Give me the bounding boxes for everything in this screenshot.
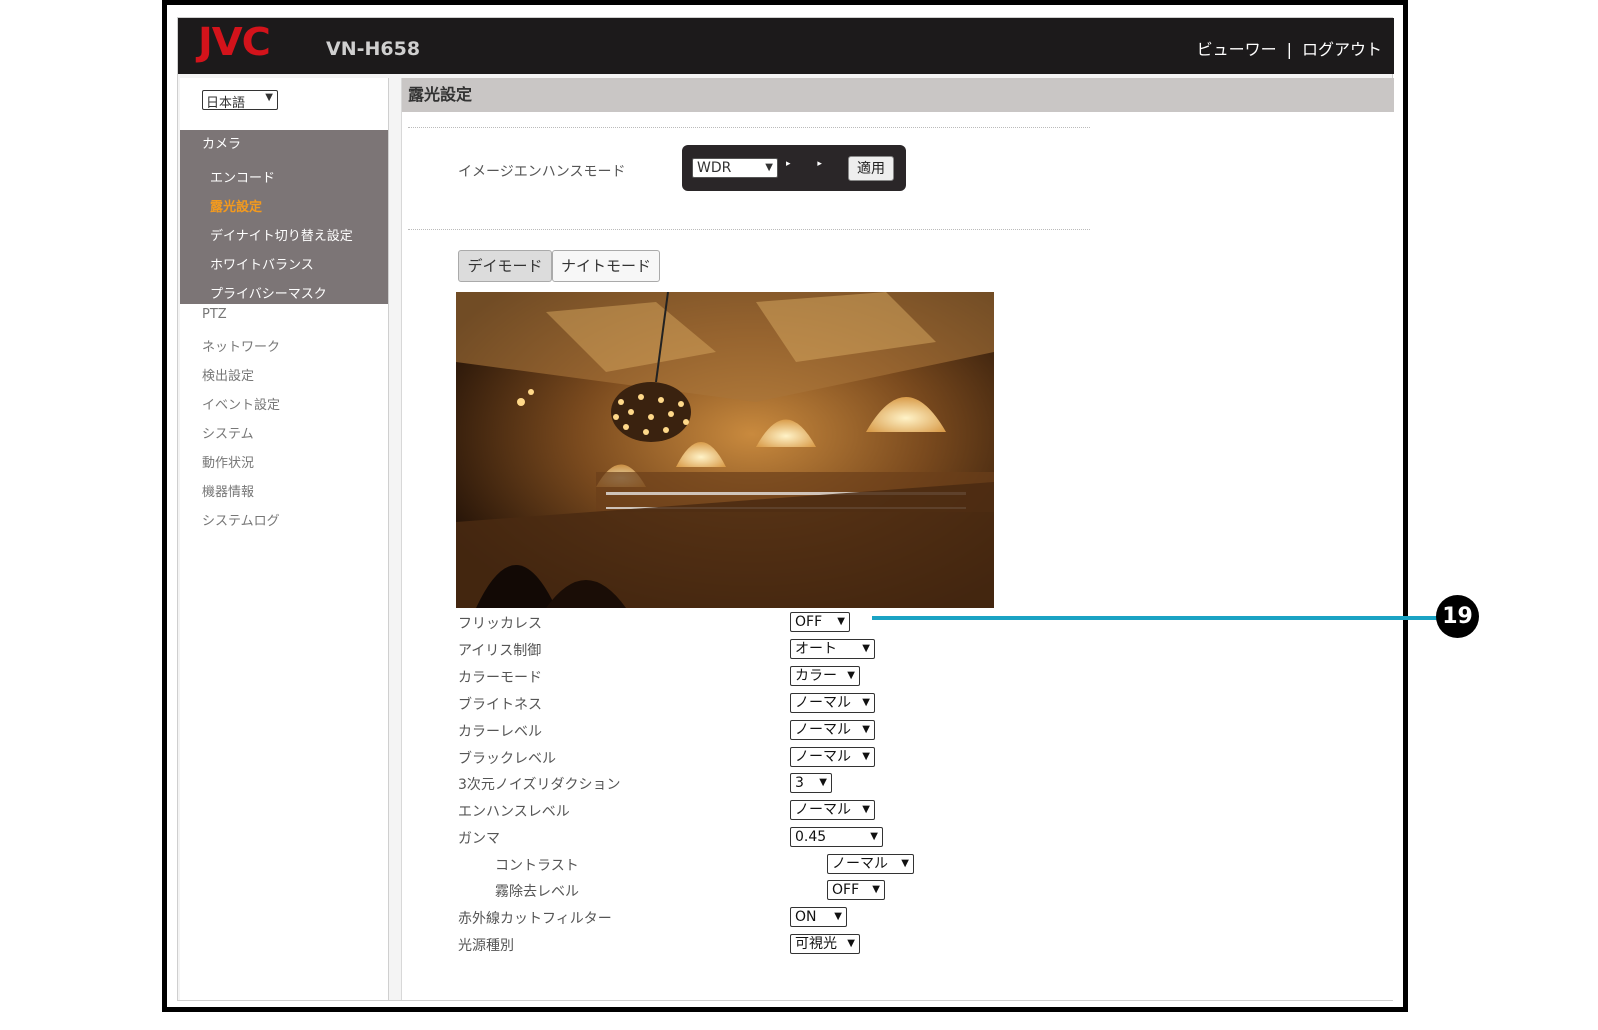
color-mode-select[interactable]: カラー ▼ xyxy=(790,666,860,686)
logout-link[interactable]: ログアウト xyxy=(1302,40,1382,59)
iris-control-label: アイリス制御 xyxy=(458,643,542,659)
apply-button[interactable]: 適用 xyxy=(848,156,894,181)
chevron-down-icon: ▼ xyxy=(765,162,773,173)
brightness-value: ノーマル xyxy=(795,695,851,711)
gamma-label: ガンマ xyxy=(458,831,500,847)
tab-night-mode[interactable]: ナイトモード xyxy=(552,250,660,282)
chevron-down-icon: ▼ xyxy=(834,911,842,922)
chevron-down-icon: ▼ xyxy=(862,724,870,735)
color-level-select[interactable]: ノーマル ▼ xyxy=(790,720,875,740)
black-level-value: ノーマル xyxy=(795,749,851,765)
3d-noise-reduction-label: 3次元ノイズリダクション xyxy=(458,777,621,793)
light-source-value: 可視光 xyxy=(795,936,837,952)
header-links: ビューワー | ログアウト xyxy=(1197,36,1382,60)
color-mode-value: カラー xyxy=(795,668,837,684)
sidebar-item-system-log[interactable]: システムログ xyxy=(202,510,280,529)
image-enhance-value: WDR xyxy=(697,160,732,176)
ir-cut-filter-value: ON xyxy=(795,909,817,925)
enhance-level-label: エンハンスレベル xyxy=(458,804,570,820)
document-frame: JVC VN-H658 ビューワー | ログアウト 日本語 ▼ カメラ エンコード … xyxy=(162,0,1408,1012)
black-level-select[interactable]: ノーマル ▼ xyxy=(790,747,875,767)
sidebar-item-detection[interactable]: 検出設定 xyxy=(202,365,254,384)
gamma-select[interactable]: 0.45 ▼ xyxy=(790,827,883,847)
defog-level-label: 霧除去レベル xyxy=(495,884,579,900)
chevron-down-icon: ▼ xyxy=(901,858,909,869)
chevron-down-icon: ▼ xyxy=(837,616,845,627)
ir-cut-filter-select[interactable]: ON ▼ xyxy=(790,907,847,927)
image-enhance-control: WDR ▼ ▸ ▸ ▸ 適用 xyxy=(682,145,906,191)
model-name: VN-H658 xyxy=(326,38,421,60)
sidebar-item-day-night[interactable]: デイナイト切り替え設定 xyxy=(210,225,353,244)
sidebar-item-status[interactable]: 動作状況 xyxy=(202,452,254,471)
flickerless-select[interactable]: OFF ▼ xyxy=(790,612,850,632)
enhance-level-value: ノーマル xyxy=(795,802,851,818)
language-select[interactable]: 日本語 ▼ xyxy=(202,90,278,111)
divider xyxy=(408,127,1090,128)
sidebar-item-event[interactable]: イベント設定 xyxy=(202,394,280,413)
brightness-label: ブライトネス xyxy=(458,697,542,713)
color-level-label: カラーレベル xyxy=(458,724,542,740)
sidebar-item-privacy-mask[interactable]: プライバシーマスク xyxy=(210,283,327,302)
jvc-logo: JVC xyxy=(198,20,271,64)
flickerless-label: フリッカレス xyxy=(458,616,542,632)
flickerless-value: OFF xyxy=(795,614,823,630)
enhance-level-select[interactable]: ノーマル ▼ xyxy=(790,800,875,820)
tab-day-mode[interactable]: デイモード xyxy=(458,250,552,282)
sidebar-item-exposure[interactable]: 露光設定 xyxy=(210,196,262,215)
sidebar-item-white-balance[interactable]: ホワイトバランス xyxy=(210,254,314,273)
brightness-select[interactable]: ノーマル ▼ xyxy=(790,693,875,713)
chevron-down-icon: ▼ xyxy=(862,643,870,654)
contrast-value: ノーマル xyxy=(832,856,888,872)
contrast-select[interactable]: ノーマル ▼ xyxy=(827,854,914,874)
ir-cut-filter-label: 赤外線カットフィルター xyxy=(458,911,612,927)
sidebar-item-device-info[interactable]: 機器情報 xyxy=(202,481,254,500)
color-mode-label: カラーモード xyxy=(458,670,542,686)
callout-number-badge: 19 xyxy=(1436,595,1479,638)
chevron-down-icon: ▼ xyxy=(819,777,827,788)
sidebar-item-system[interactable]: システム xyxy=(202,423,254,442)
iris-control-select[interactable]: オート ▼ xyxy=(790,639,875,659)
chevron-down-icon: ▼ xyxy=(870,831,878,842)
light-source-select[interactable]: 可視光 ▼ xyxy=(790,934,860,954)
sidebar-item-network[interactable]: ネットワーク xyxy=(202,336,280,355)
viewer-link[interactable]: ビューワー xyxy=(1197,40,1277,59)
chevron-down-icon: ▼ xyxy=(862,751,870,762)
chevron-down-icon: ▼ xyxy=(872,884,880,895)
page-title: 露光設定 xyxy=(402,78,1394,112)
language-value: 日本語 xyxy=(206,96,246,111)
chevron-down-icon: ▼ xyxy=(847,938,855,949)
light-source-label: 光源種別 xyxy=(458,938,514,954)
3d-noise-reduction-value: 3 xyxy=(795,775,804,791)
sidebar-item-camera[interactable]: カメラ xyxy=(202,133,241,152)
chevron-down-icon: ▼ xyxy=(265,92,273,103)
camera-menu-group: カメラ エンコード 露光設定 デイナイト切り替え設定 ホワイトバランス プライバ… xyxy=(180,130,388,304)
browser-content: JVC VN-H658 ビューワー | ログアウト 日本語 ▼ カメラ エンコード … xyxy=(177,17,1394,1001)
link-separator: | xyxy=(1286,40,1292,59)
defog-level-value: OFF xyxy=(832,882,860,898)
image-enhance-label: イメージエンハンスモード xyxy=(458,164,626,180)
app-header: JVC VN-H658 ビューワー | ログアウト xyxy=(178,18,1394,74)
divider xyxy=(408,229,1090,230)
chevron-down-icon: ▼ xyxy=(847,670,855,681)
chevron-down-icon: ▼ xyxy=(862,804,870,815)
3d-noise-reduction-select[interactable]: 3 ▼ xyxy=(790,773,832,793)
defog-level-select[interactable]: OFF ▼ xyxy=(827,880,885,900)
contrast-label: コントラスト xyxy=(495,858,579,874)
iris-control-value: オート xyxy=(795,641,837,657)
color-level-value: ノーマル xyxy=(795,722,851,738)
black-level-label: ブラックレベル xyxy=(458,751,556,767)
chevron-down-icon: ▼ xyxy=(862,697,870,708)
sidebar-item-ptz[interactable]: PTZ xyxy=(202,307,227,322)
gamma-value: 0.45 xyxy=(795,829,827,845)
image-enhance-select[interactable]: WDR ▼ xyxy=(692,158,778,178)
camera-preview-image xyxy=(456,292,994,608)
sidebar: 日本語 ▼ カメラ エンコード 露光設定 デイナイト切り替え設定 ホワイトバラン… xyxy=(180,78,389,1000)
sidebar-item-encode[interactable]: エンコード xyxy=(210,167,275,186)
callout-line xyxy=(872,616,1437,620)
main-panel: 露光設定 イメージエンハンスモード WDR ▼ ▸ ▸ ▸ 適用 デイモード ナ… xyxy=(401,78,1394,1000)
